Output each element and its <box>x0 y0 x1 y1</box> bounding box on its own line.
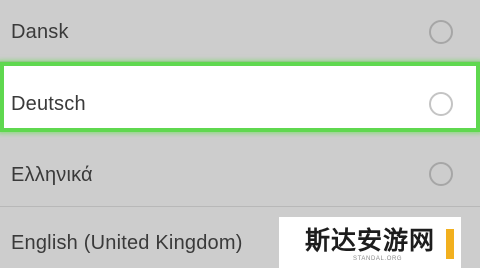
divider <box>0 206 480 207</box>
language-label: English (United Kingdom) <box>11 232 243 254</box>
radio-button[interactable] <box>429 162 453 186</box>
radio-button[interactable] <box>429 92 453 116</box>
language-option-dansk[interactable]: Dansk <box>0 0 480 60</box>
watermark-subtext: STANDAL.ORG <box>353 256 403 262</box>
language-label: Ελληνικά <box>11 164 93 186</box>
watermark-text: 斯达安游网 <box>305 226 436 255</box>
language-option-deutsch[interactable]: Deutsch <box>0 62 480 132</box>
watermark-accent-bar <box>446 229 454 259</box>
language-label: Deutsch <box>11 93 86 115</box>
language-label: Dansk <box>11 21 69 43</box>
radio-button[interactable] <box>429 20 453 44</box>
language-option-greek[interactable]: Ελληνικά <box>0 140 480 206</box>
watermark: 斯达安游网 STANDAL.ORG <box>279 217 461 268</box>
